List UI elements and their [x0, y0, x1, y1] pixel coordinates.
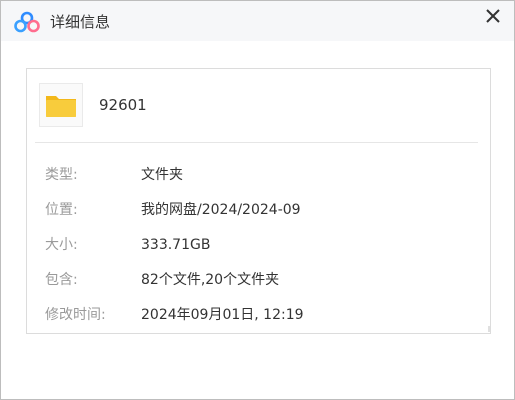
divider	[35, 142, 478, 143]
dialog-title: 详细信息	[50, 13, 111, 31]
modified-time-label: 修改时间:	[45, 307, 106, 323]
scrollbar-thumb[interactable]	[488, 326, 490, 332]
baidu-netdisk-cloud-icon	[14, 11, 40, 33]
details-panel: 92601 类型: 文件夹 位置: 我的网盘/2024/2024-09 大小: …	[26, 68, 491, 334]
type-label: 类型:	[45, 167, 78, 183]
title-bar[interactable]: 详细信息	[1, 1, 514, 41]
modified-time-value: 2024年09月01日, 12:19	[141, 307, 304, 323]
contains-label: 包含:	[45, 272, 78, 288]
contains-value: 82个文件,20个文件夹	[141, 272, 280, 288]
size-value: 333.71GB	[141, 237, 211, 253]
folder-icon	[46, 96, 76, 117]
details-dialog: 详细信息 92601 类型: 文件夹 位置: 我的网盘/2024/2024-09…	[0, 0, 515, 400]
location-label: 位置:	[45, 202, 78, 218]
folder-name: 92601	[99, 96, 147, 114]
folder-thumbnail	[39, 83, 83, 127]
type-value: 文件夹	[141, 167, 183, 183]
close-icon[interactable]	[479, 5, 507, 33]
size-label: 大小:	[45, 237, 78, 253]
location-value: 我的网盘/2024/2024-09	[141, 202, 301, 218]
